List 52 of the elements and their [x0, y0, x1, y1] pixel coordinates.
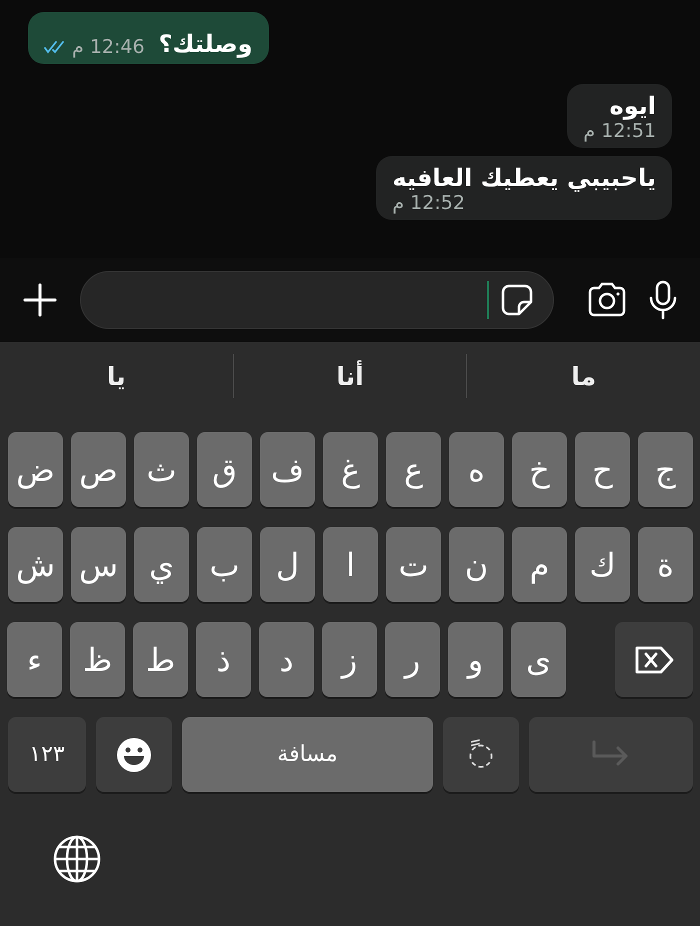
letter-key[interactable]: ظ	[70, 622, 125, 697]
letter-key[interactable]: ء	[7, 622, 62, 697]
letter-key[interactable]: ي	[134, 527, 189, 602]
letter-key[interactable]: ط	[133, 622, 188, 697]
message-time: 12:46 م	[72, 36, 145, 58]
message-time: 12:51 م	[583, 120, 656, 142]
message-text: وصلتك؟	[158, 30, 253, 58]
emoji-key[interactable]	[96, 717, 172, 792]
letter-key[interactable]: ض	[8, 432, 63, 507]
word-suggestion[interactable]: ما	[467, 362, 700, 390]
letter-key[interactable]: خ	[512, 432, 567, 507]
letter-key[interactable]: ل	[260, 527, 315, 602]
letter-key[interactable]: ن	[449, 527, 504, 602]
message-text: ايوه	[608, 92, 656, 120]
diacritic-key[interactable]: ◌ً	[443, 717, 519, 792]
letter-key[interactable]: ف	[260, 432, 315, 507]
letter-key[interactable]: ش	[8, 527, 63, 602]
letter-key[interactable]: ز	[322, 622, 377, 697]
sticker-icon[interactable]	[499, 282, 535, 318]
letter-key[interactable]: ة	[638, 527, 693, 602]
backspace-key[interactable]	[615, 622, 693, 697]
globe-icon[interactable]	[52, 834, 102, 884]
numbers-key[interactable]: ١٢٣	[8, 717, 86, 792]
message-text: ياحبيبي يعطيك العافيه	[392, 164, 656, 192]
space-key[interactable]: مسافة	[182, 717, 433, 792]
plus-icon[interactable]	[22, 282, 58, 318]
letter-key[interactable]: غ	[323, 432, 378, 507]
letter-key[interactable]: م	[512, 527, 567, 602]
letter-key[interactable]: ر	[385, 622, 440, 697]
letter-key[interactable]: ح	[575, 432, 630, 507]
letter-key[interactable]: د	[259, 622, 314, 697]
letter-key[interactable]: ث	[134, 432, 189, 507]
letter-key[interactable]: ذ	[196, 622, 251, 697]
camera-icon[interactable]	[586, 282, 628, 318]
microphone-icon[interactable]	[648, 280, 678, 320]
letter-key[interactable]: ه	[449, 432, 504, 507]
word-suggestion[interactable]: أنا	[234, 362, 466, 390]
letter-key[interactable]: ج	[638, 432, 693, 507]
letter-key[interactable]: ع	[386, 432, 441, 507]
letter-key[interactable]: س	[71, 527, 126, 602]
letter-key[interactable]: ك	[575, 527, 630, 602]
letter-key[interactable]: و	[448, 622, 503, 697]
backspace-icon	[633, 644, 675, 674]
letter-key[interactable]: ا	[323, 527, 378, 602]
smiley-icon	[115, 736, 153, 774]
letter-key[interactable]: ب	[197, 527, 252, 602]
letter-key[interactable]: ى	[511, 622, 566, 697]
message-time: 12:52 م	[392, 192, 465, 214]
letter-key[interactable]: ت	[386, 527, 441, 602]
letter-key[interactable]: ص	[71, 432, 126, 507]
word-suggestion[interactable]: يا	[0, 362, 233, 390]
letter-key[interactable]: ق	[197, 432, 252, 507]
